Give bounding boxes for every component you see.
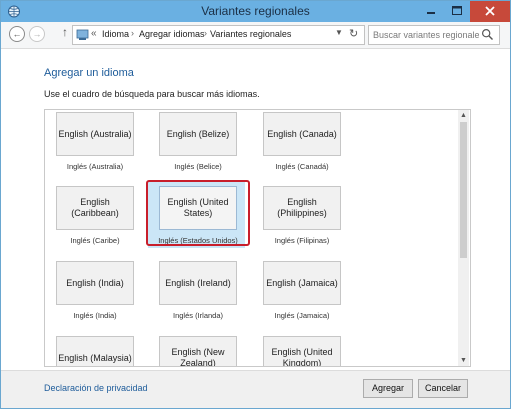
scrollbar-thumb[interactable] bbox=[460, 122, 467, 258]
address-bar[interactable]: « Idioma › Agregar idiomas › Variantes r… bbox=[72, 25, 365, 45]
back-arrow-icon: ← bbox=[12, 29, 22, 39]
search-icon[interactable] bbox=[481, 28, 494, 41]
cancel-button[interactable]: Cancelar bbox=[418, 379, 468, 398]
breadcrumb-prefix: « bbox=[91, 28, 97, 39]
maximize-icon bbox=[452, 6, 462, 15]
forward-arrow-icon: → bbox=[32, 29, 42, 39]
language-tile-button[interactable]: English (Ireland) bbox=[159, 261, 237, 305]
search-box[interactable] bbox=[368, 25, 500, 45]
language-tile[interactable]: English (Belize) Inglés (Belice) bbox=[159, 112, 241, 186]
chevron-down-icon[interactable]: ▼ bbox=[335, 28, 343, 37]
language-tile[interactable]: English (India) Inglés (India) bbox=[56, 261, 138, 335]
language-tile-button[interactable]: English (United Kingdom) bbox=[263, 336, 341, 366]
minimize-icon bbox=[427, 12, 435, 14]
language-tile-sublabel: Inglés (India) bbox=[73, 311, 117, 320]
language-tile-button[interactable]: English (Jamaica) bbox=[263, 261, 341, 305]
regional-variants-window: Variantes regionales ← → ↑ « Idioma › Ag… bbox=[0, 0, 511, 409]
breadcrumb-agregar-idiomas[interactable]: Agregar idiomas bbox=[139, 29, 205, 39]
language-tile[interactable]: English (Australia) Inglés (Australia) bbox=[56, 112, 138, 186]
close-icon bbox=[485, 6, 495, 16]
up-button[interactable]: ↑ bbox=[62, 25, 68, 39]
language-variant-list[interactable]: English (Australia) Inglés (Australia) E… bbox=[44, 109, 471, 367]
language-tile-button[interactable]: English (Malaysia) bbox=[56, 336, 134, 366]
language-tile[interactable]: English (Philippines) Inglés (Filipinas) bbox=[263, 186, 345, 260]
language-tile-sublabel: Inglés (Jamaica) bbox=[274, 311, 330, 320]
language-tile-button[interactable]: English (Caribbean) bbox=[56, 186, 134, 230]
language-tile-sublabel: Inglés (Caribe) bbox=[70, 236, 120, 245]
breadcrumb-separator-icon: › bbox=[204, 28, 207, 38]
language-tile-sublabel: Inglés (Canadá) bbox=[275, 162, 329, 171]
control-panel-icon bbox=[76, 29, 89, 40]
language-tile-sublabel: Inglés (Belice) bbox=[174, 162, 222, 171]
instructions-text: Use el cuadro de búsqueda para buscar má… bbox=[44, 89, 260, 99]
language-tile[interactable]: English (Canada) Inglés (Canadá) bbox=[263, 112, 345, 186]
back-button[interactable]: ← bbox=[9, 26, 25, 42]
language-tile-button[interactable]: English (Belize) bbox=[159, 112, 237, 156]
language-tile[interactable]: English (United Kingdom) bbox=[263, 336, 345, 366]
language-tile-button[interactable]: English (India) bbox=[56, 261, 134, 305]
highlight-outline bbox=[146, 180, 250, 246]
minimize-button[interactable] bbox=[418, 1, 444, 22]
scroll-up-arrow-icon[interactable]: ▲ bbox=[460, 112, 467, 119]
language-tile-button[interactable]: English (New Zealand) bbox=[159, 336, 237, 366]
dialog-footer: Declaración de privacidad Agregar Cancel… bbox=[1, 370, 510, 408]
breadcrumb-separator-icon: › bbox=[131, 28, 134, 38]
up-arrow-icon: ↑ bbox=[62, 25, 68, 39]
language-tile[interactable]: English (New Zealand) bbox=[159, 336, 241, 366]
breadcrumb-idioma[interactable]: Idioma bbox=[102, 29, 129, 39]
language-tile-button[interactable]: English (Australia) bbox=[56, 112, 134, 156]
close-button[interactable] bbox=[470, 1, 510, 22]
breadcrumb-variantes-regionales[interactable]: Variantes regionales bbox=[210, 29, 291, 39]
language-tile-sublabel: Inglés (Irlanda) bbox=[172, 311, 224, 320]
language-tile[interactable]: English (Ireland) Inglés (Irlanda) bbox=[159, 261, 241, 335]
forward-button[interactable]: → bbox=[29, 26, 45, 42]
language-tile-button[interactable]: English (Philippines) bbox=[263, 186, 341, 230]
refresh-icon[interactable]: ↻ bbox=[349, 27, 358, 40]
page-title: Agregar un idioma bbox=[44, 67, 134, 79]
add-button[interactable]: Agregar bbox=[363, 379, 413, 398]
privacy-link[interactable]: Declaración de privacidad bbox=[44, 383, 148, 393]
title-bar: Variantes regionales bbox=[1, 1, 510, 22]
language-tile[interactable]: English (Malaysia) bbox=[56, 336, 138, 366]
language-tile-button[interactable]: English (Canada) bbox=[263, 112, 341, 156]
language-tile[interactable]: English (Caribbean) Inglés (Caribe) bbox=[56, 186, 138, 260]
maximize-button[interactable] bbox=[444, 1, 470, 22]
scroll-down-arrow-icon[interactable]: ▼ bbox=[460, 357, 467, 364]
navigation-bar: ← → ↑ « Idioma › Agregar idiomas › Varia… bbox=[1, 22, 510, 49]
vertical-scrollbar[interactable]: ▲ ▼ bbox=[458, 110, 469, 366]
search-input[interactable] bbox=[373, 28, 479, 41]
language-tile[interactable]: English (Jamaica) Inglés (Jamaica) bbox=[263, 261, 345, 335]
language-tile-sublabel: Inglés (Australia) bbox=[66, 162, 124, 171]
language-tile-sublabel: Inglés (Filipinas) bbox=[274, 236, 330, 245]
